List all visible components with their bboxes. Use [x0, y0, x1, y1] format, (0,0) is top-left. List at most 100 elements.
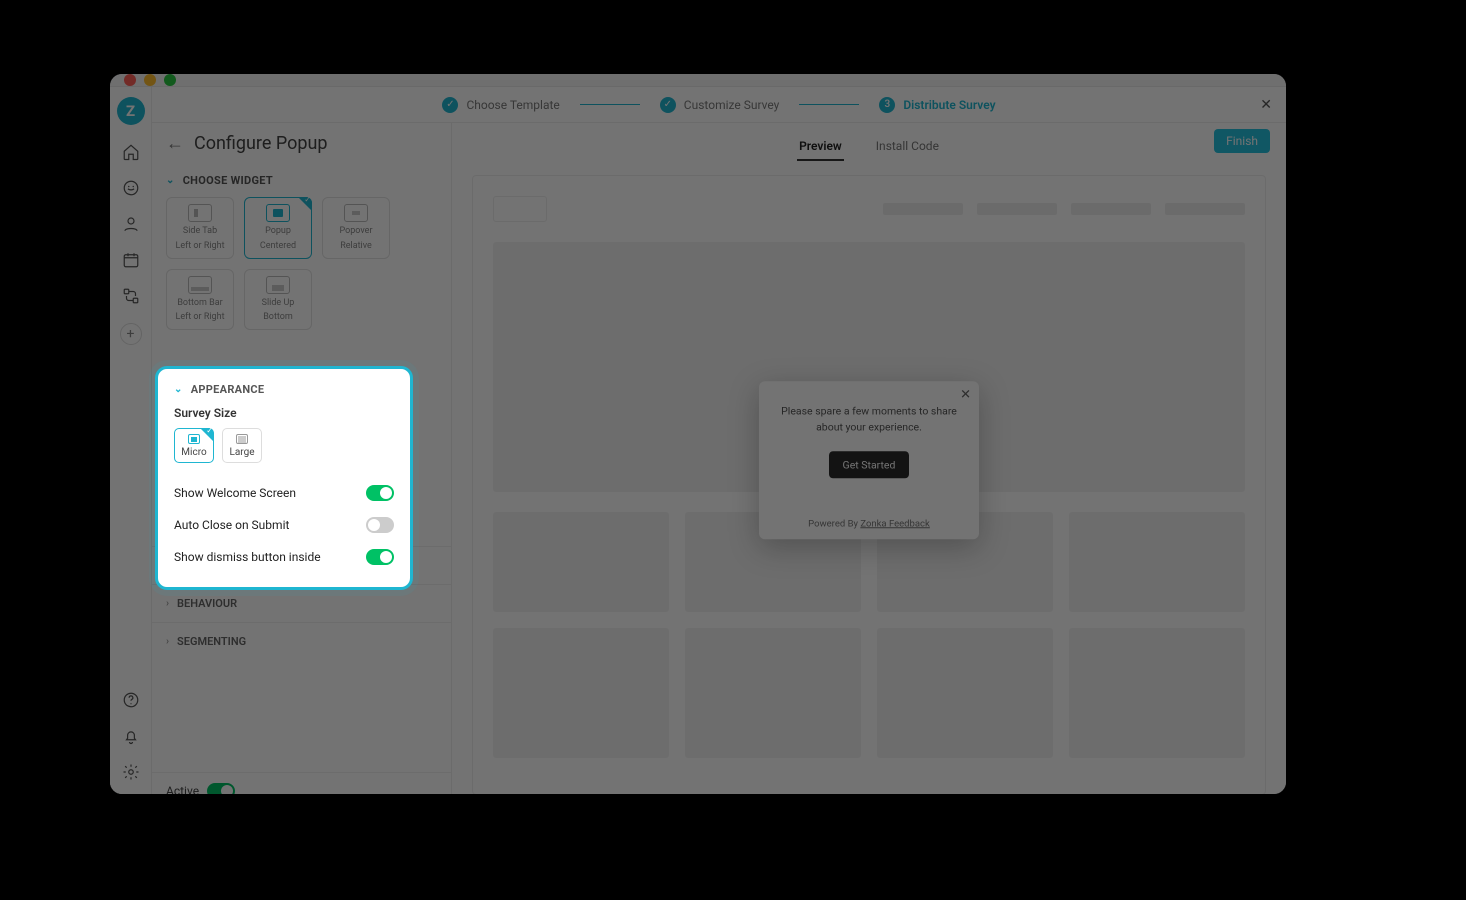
placeholder-card	[493, 512, 669, 612]
add-button[interactable]: +	[120, 323, 142, 345]
gear-icon[interactable]	[122, 763, 140, 781]
tab-preview[interactable]: Preview	[797, 133, 844, 161]
preview-header	[493, 196, 1245, 222]
step-number: 3	[879, 97, 895, 113]
placeholder-nav	[977, 203, 1057, 215]
widget-side-tab[interactable]: Side Tab Left or Right	[166, 197, 234, 259]
widget-sub: Left or Right	[175, 241, 224, 252]
brand-logo[interactable]: Z	[117, 97, 145, 125]
toggle-show-welcome[interactable]	[366, 485, 394, 501]
widget-name: Popover	[340, 226, 373, 237]
size-label-text: Micro	[181, 447, 206, 458]
placeholder-card	[1069, 628, 1245, 758]
option-show-welcome: Show Welcome Screen	[174, 477, 394, 509]
page-title: Configure Popup	[194, 133, 328, 154]
choose-widget-section[interactable]: ⌄ CHOOSE WIDGET	[152, 164, 451, 197]
placeholder-nav	[1165, 203, 1245, 215]
size-label-text: Large	[229, 447, 254, 458]
check-icon: ✓	[660, 97, 676, 113]
step-bar: ✓ Choose Template ✓ Customize Survey 3 D…	[152, 87, 1286, 123]
survey-size-label: Survey Size	[174, 406, 394, 420]
window-min-dot[interactable]	[144, 74, 156, 86]
workflow-icon[interactable]	[122, 287, 140, 305]
widget-slide-up[interactable]: Slide Up Bottom	[244, 269, 312, 331]
step-label: Customize Survey	[684, 98, 780, 112]
popup-close-icon[interactable]: ✕	[960, 388, 971, 403]
selected-check-icon	[200, 428, 214, 442]
active-footer: Active	[152, 772, 451, 794]
calendar-icon[interactable]	[122, 251, 140, 269]
tab-install-code[interactable]: Install Code	[874, 133, 941, 161]
help-icon[interactable]	[122, 691, 140, 709]
survey-popup: ✕ Please spare a few moments to share ab…	[759, 382, 979, 540]
widget-grid: Side Tab Left or Right Popup Centered Po…	[152, 197, 451, 340]
placeholder-card	[685, 628, 861, 758]
option-label: Show Welcome Screen	[174, 486, 296, 500]
toggle-auto-close[interactable]	[366, 517, 394, 533]
step-divider	[580, 104, 640, 105]
widget-popup-centered[interactable]: Popup Centered	[244, 197, 312, 259]
active-toggle[interactable]	[207, 783, 235, 794]
placeholder-card	[1069, 512, 1245, 612]
option-show-dismiss: Show dismiss button inside	[174, 541, 394, 573]
finish-button[interactable]: Finish	[1214, 129, 1270, 153]
window-close-dot[interactable]	[124, 74, 136, 86]
chevron-down-icon: ⌄	[166, 175, 175, 186]
survey-message: Please spare a few moments to share abou…	[775, 404, 963, 436]
contacts-icon[interactable]	[122, 215, 140, 233]
widget-popover[interactable]: Popover Relative	[322, 197, 390, 259]
back-arrow-icon[interactable]: ←	[166, 133, 184, 154]
window-max-dot[interactable]	[164, 74, 176, 86]
surveys-icon[interactable]	[122, 179, 140, 197]
step-divider	[799, 104, 859, 105]
selected-check-icon	[298, 197, 312, 211]
widget-name: Bottom Bar	[177, 298, 222, 309]
widget-name: Slide Up	[262, 298, 295, 309]
placeholder-logo	[493, 196, 547, 222]
nav-rail: Z +	[110, 87, 152, 794]
placeholder-card	[493, 628, 669, 758]
widget-name: Popup	[265, 226, 291, 237]
widget-sub: Bottom	[263, 312, 293, 323]
chevron-right-icon: ›	[166, 636, 169, 647]
chevron-down-icon: ⌄	[174, 384, 183, 395]
placeholder-card	[877, 628, 1053, 758]
survey-size-options: Micro Large	[174, 428, 394, 463]
home-icon[interactable]	[122, 143, 140, 161]
placeholder-nav	[883, 203, 963, 215]
widget-bottom-bar[interactable]: Bottom Bar Left or Right	[166, 269, 234, 331]
mac-titlebar	[110, 74, 1286, 86]
get-started-button[interactable]: Get Started	[829, 451, 910, 478]
section-label: APPEARANCE	[191, 383, 265, 396]
widget-sub: Left or Right	[175, 312, 224, 323]
chevron-right-icon: ›	[166, 598, 169, 609]
accordion-segmenting[interactable]: › SEGMENTING	[152, 622, 451, 660]
appearance-section-header[interactable]: ⌄ APPEARANCE	[174, 383, 394, 406]
step-customize-survey[interactable]: ✓ Customize Survey	[660, 97, 780, 113]
option-label: Auto Close on Submit	[174, 518, 289, 532]
preview-canvas: ✕ Please spare a few moments to share ab…	[472, 175, 1266, 794]
active-label: Active	[166, 784, 199, 794]
option-auto-close: Auto Close on Submit	[174, 509, 394, 541]
size-option-micro[interactable]: Micro	[174, 428, 214, 463]
toggle-show-dismiss[interactable]	[366, 549, 394, 565]
step-choose-template[interactable]: ✓ Choose Template	[442, 97, 559, 113]
accordion-label: BEHAVIOUR	[177, 597, 237, 610]
accordion-label: SEGMENTING	[177, 635, 246, 648]
widget-name: Side Tab	[183, 226, 217, 237]
step-label: Choose Template	[466, 98, 559, 112]
step-distribute-survey[interactable]: 3 Distribute Survey	[879, 97, 995, 113]
bell-icon[interactable]	[122, 727, 140, 745]
step-label: Distribute Survey	[903, 98, 995, 112]
close-icon[interactable]: ✕	[1260, 97, 1272, 113]
appearance-panel: ⌄ APPEARANCE Survey Size Micro Large Sho…	[155, 366, 413, 590]
config-header: ← Configure Popup	[152, 123, 451, 164]
powered-by-prefix: Powered By	[808, 518, 860, 529]
option-label: Show dismiss button inside	[174, 550, 321, 564]
brand-link[interactable]: Zonka Feedback	[860, 518, 929, 529]
size-option-large[interactable]: Large	[222, 428, 262, 463]
preview-panel: Preview Install Code Finish	[452, 123, 1286, 794]
survey-footer: Powered By Zonka Feedback	[775, 518, 963, 529]
placeholder-nav	[1071, 203, 1151, 215]
widget-sub: Centered	[260, 241, 296, 252]
